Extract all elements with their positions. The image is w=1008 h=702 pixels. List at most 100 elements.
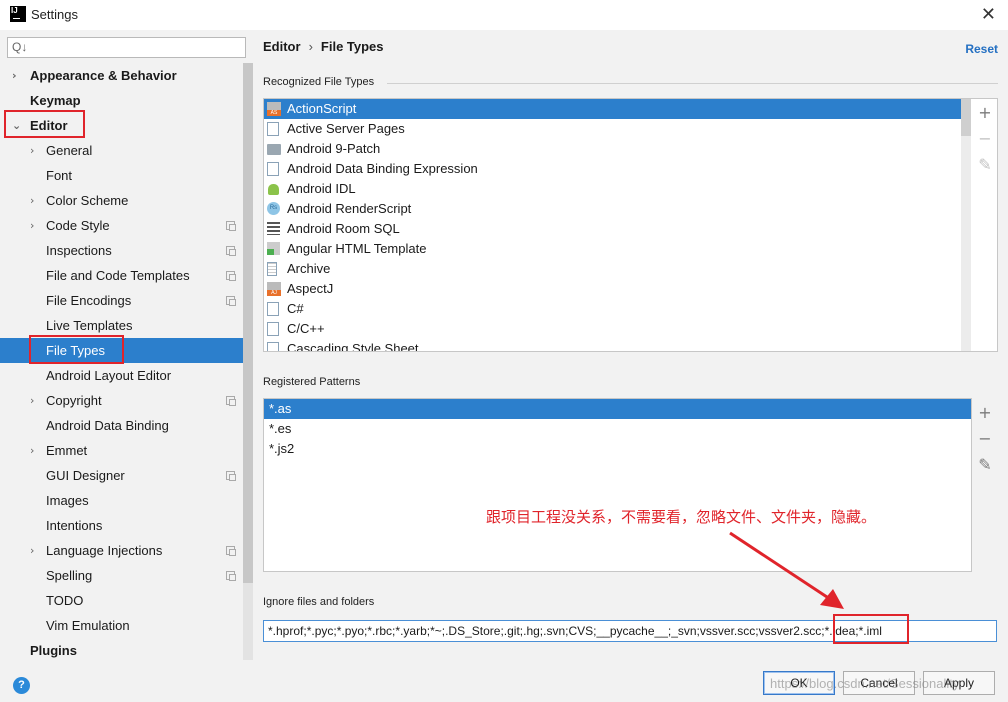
file-type-row[interactable]: Android Room SQL	[264, 219, 961, 239]
sidebar-item-editor[interactable]: ⌄ Editor	[0, 113, 253, 138]
sidebar-item-keymap[interactable]: Keymap	[0, 88, 253, 113]
file-type-row[interactable]: Angular HTML Template	[264, 239, 961, 259]
annotation-arrow	[729, 531, 844, 609]
project-scope-icon	[226, 546, 236, 556]
file-type-label: Android IDL	[287, 181, 356, 196]
sidebar-item-general[interactable]: › General	[0, 138, 253, 163]
sidebar-item-label: File Types	[46, 343, 106, 358]
file-type-row[interactable]: Active Server Pages	[264, 119, 961, 139]
chevron-right-icon[interactable]: ›	[30, 438, 34, 463]
pattern-label: *.as	[269, 401, 292, 416]
close-icon[interactable]: ✕	[981, 4, 996, 25]
chevron-right-icon[interactable]: ›	[30, 213, 34, 238]
sidebar-item-android-data-binding[interactable]: Android Data Binding	[0, 413, 253, 438]
project-scope-icon	[226, 471, 236, 481]
project-scope-icon	[226, 296, 236, 306]
sidebar-item-file-encodings[interactable]: File Encodings	[0, 288, 253, 313]
sidebar-item-spelling[interactable]: Spelling	[0, 563, 253, 588]
sql-icon	[267, 222, 281, 236]
file-type-row[interactable]: AJ AspectJ	[264, 279, 961, 299]
pattern-row[interactable]: *.es	[264, 419, 971, 439]
add-file-type-button[interactable]: +	[976, 104, 994, 122]
sidebar-item-file-types[interactable]: File Types	[0, 338, 253, 363]
sidebar-item-intentions[interactable]: Intentions	[0, 513, 253, 538]
remove-pattern-button[interactable]: −	[976, 430, 994, 448]
window-title: Settings	[31, 7, 78, 22]
sidebar-item-appearance-behavior[interactable]: › Appearance & Behavior	[0, 63, 253, 88]
file-type-label: C#	[287, 301, 304, 316]
chevron-right-icon[interactable]: ›	[30, 538, 34, 563]
file-type-row[interactable]: AS ActionScript	[264, 99, 961, 119]
ignore-files-input[interactable]: *.hprof;*.pyc;*.pyo;*.rbc;*.yarb;*~;.DS_…	[263, 620, 997, 642]
sidebar-item-label: Images	[46, 493, 89, 508]
file-types-scrollbar[interactable]	[961, 99, 971, 351]
file-type-row[interactable]: Android Data Binding Expression	[264, 159, 961, 179]
sidebar-item-gui-designer[interactable]: GUI Designer	[0, 463, 253, 488]
chevron-right-icon[interactable]: ›	[30, 388, 34, 413]
sidebar-item-vim-emulation[interactable]: Vim Emulation	[0, 613, 253, 638]
sidebar-item-copyright[interactable]: › Copyright	[0, 388, 253, 413]
sidebar-item-todo[interactable]: TODO	[0, 588, 253, 613]
file-type-label: Angular HTML Template	[287, 241, 427, 256]
sidebar-item-code-style[interactable]: › Code Style	[0, 213, 253, 238]
archive-icon	[267, 262, 281, 276]
edit-file-type-button[interactable]: ✎	[976, 156, 994, 174]
sidebar-item-label: File Encodings	[46, 293, 132, 308]
edit-pattern-button[interactable]: ✎	[976, 456, 994, 474]
chevron-right-icon[interactable]: ›	[30, 188, 34, 213]
sidebar-item-color-scheme[interactable]: › Color Scheme	[0, 188, 253, 213]
sidebar-item-label: Android Data Binding	[46, 418, 169, 433]
file-type-label: Cascading Style Sheet	[287, 341, 419, 352]
sidebar-item-images[interactable]: Images	[0, 488, 253, 513]
reset-link[interactable]: Reset	[965, 42, 998, 56]
help-button[interactable]: ?	[13, 677, 30, 694]
pattern-row[interactable]: *.js2	[264, 439, 971, 459]
file-type-row[interactable]: C/C++	[264, 319, 961, 339]
css-icon	[267, 342, 281, 351]
recognized-file-types-list[interactable]: AS ActionScript Active Server Pages Android…	[263, 98, 998, 352]
sidebar-scrollbar-thumb[interactable]	[243, 63, 253, 583]
registered-patterns-list[interactable]: *.as *.es *.js2	[263, 398, 972, 572]
cpp-icon	[267, 322, 281, 336]
chevron-right-icon[interactable]: ›	[30, 138, 34, 163]
actionscript-icon: AS	[267, 102, 281, 116]
file-type-label: Android Data Binding Expression	[287, 161, 478, 176]
sidebar-item-live-templates[interactable]: Live Templates	[0, 313, 253, 338]
remove-file-type-button[interactable]: −	[976, 130, 994, 148]
add-pattern-button[interactable]: +	[976, 404, 994, 422]
sidebar-item-language-injections[interactable]: › Language Injections	[0, 538, 253, 563]
section-divider	[387, 83, 998, 84]
folder-icon	[267, 142, 281, 156]
chevron-down-icon[interactable]: ⌄	[12, 113, 21, 138]
file-type-row[interactable]: C#	[264, 299, 961, 319]
file-type-row[interactable]: Archive	[264, 259, 961, 279]
file-type-row[interactable]: Android 9-Patch	[264, 139, 961, 159]
sidebar-item-label: File and Code Templates	[46, 268, 190, 283]
annotation-text: 跟项目工程没关系，不需要看，忽略文件、文件夹，隐藏。	[486, 508, 877, 526]
file-type-label: ActionScript	[287, 101, 357, 116]
sidebar-item-plugins[interactable]: Plugins	[0, 638, 253, 663]
sidebar-item-emmet[interactable]: › Emmet	[0, 438, 253, 463]
csharp-icon	[267, 302, 281, 316]
chevron-right-icon[interactable]: ›	[12, 63, 17, 88]
breadcrumb-parent: Editor	[263, 39, 301, 54]
breadcrumb-current: File Types	[320, 39, 384, 54]
sidebar-item-label: Font	[46, 168, 73, 183]
sidebar-item-font[interactable]: Font	[0, 163, 253, 188]
sidebar-item-label: Editor	[30, 118, 68, 133]
sidebar-item-inspections[interactable]: Inspections	[0, 238, 253, 263]
settings-sidebar: Q↓ › Appearance & Behavior Keymap ⌄ Editor › G…	[0, 30, 253, 662]
recognized-file-types-title: Recognized File Types	[263, 76, 375, 88]
settings-search-input[interactable]: Q↓	[7, 37, 246, 58]
file-types-panel: Editor › File Types Reset Recognized File …	[253, 30, 1008, 662]
file-types-scrollbar-thumb[interactable]	[961, 99, 971, 136]
sidebar-item-label: Live Templates	[46, 318, 133, 333]
file-type-row[interactable]: Rs Android RenderScript	[264, 199, 961, 219]
file-type-row[interactable]: Android IDL	[264, 179, 961, 199]
pattern-row[interactable]: *.as	[264, 399, 971, 419]
file-type-label: Android Room SQL	[287, 221, 400, 236]
sidebar-scrollbar[interactable]	[243, 63, 253, 660]
sidebar-item-file-and-code-templates[interactable]: File and Code Templates	[0, 263, 253, 288]
sidebar-item-android-layout-editor[interactable]: Android Layout Editor	[0, 363, 253, 388]
file-type-row[interactable]: Cascading Style Sheet	[264, 339, 961, 352]
